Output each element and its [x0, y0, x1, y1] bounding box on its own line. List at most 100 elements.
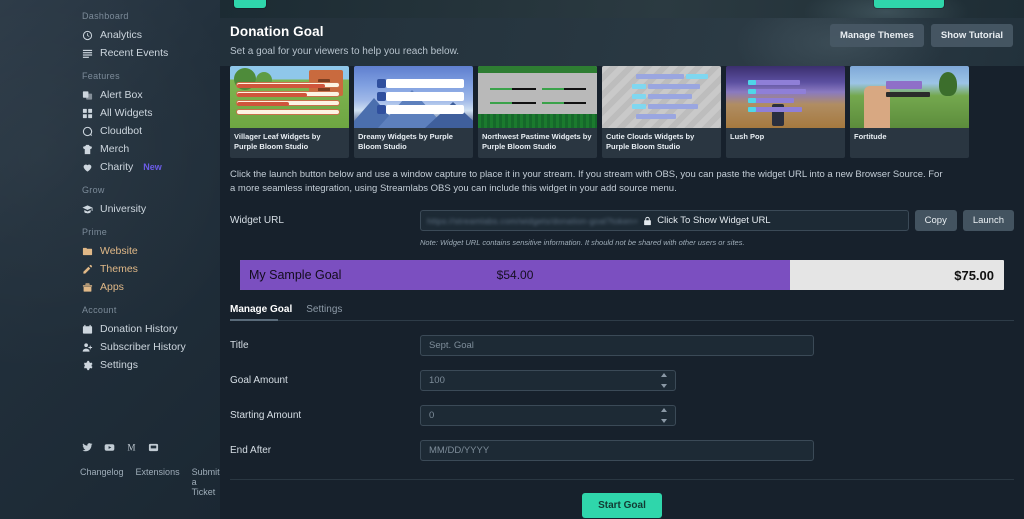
widget-url-input[interactable]: https://streamlabs.com/widgets/donation-… — [420, 210, 909, 232]
theme-card[interactable]: Northwest Pastime Widgets by Purple Bloo… — [478, 66, 597, 158]
youtube-icon[interactable] — [104, 442, 115, 453]
apps-icon — [82, 282, 93, 293]
theme-label: Villager Leaf Widgets by Purple Bloom St… — [234, 132, 321, 152]
top-action-button-left[interactable] — [234, 0, 266, 8]
theme-label: Lush Pop — [730, 132, 765, 141]
grid-icon — [82, 108, 93, 119]
goal-amount-input[interactable] — [420, 370, 676, 392]
goal-amount-spinner[interactable] — [661, 373, 669, 389]
sidebar-item-themes[interactable]: Themes — [0, 260, 220, 278]
goal-current-amount: $54.00 — [496, 268, 534, 283]
top-action-button-right[interactable] — [874, 0, 944, 8]
cloudbot-icon — [82, 126, 93, 137]
donation-history-icon — [82, 324, 93, 335]
sidebar-item-all-widgets[interactable]: All Widgets — [0, 104, 220, 122]
sidebar-item-label: Analytics — [100, 29, 143, 41]
title-input[interactable] — [420, 335, 814, 357]
tab-settings[interactable]: Settings — [306, 304, 342, 315]
tab-manage-goal[interactable]: Manage Goal — [230, 304, 292, 315]
show-tutorial-button[interactable]: Show Tutorial — [930, 24, 1013, 47]
sidebar-item-website[interactable]: Website — [0, 242, 220, 260]
app-root: Dashboard Analytics Recent Events Features A… — [0, 0, 1024, 519]
widget-description: Click the launch button below and use a … — [230, 168, 943, 194]
top-banner — [220, 0, 1024, 18]
goal-progress-track: $75.00 — [790, 260, 1004, 290]
graduation-cap-icon — [82, 204, 93, 215]
sidebar-item-merch[interactable]: Merch — [0, 140, 220, 158]
sidebar-item-label: Charity — [100, 161, 134, 173]
goal-progress-fill: My Sample Goal $54.00 — [240, 260, 791, 291]
sidebar-item-apps[interactable]: Apps — [0, 278, 220, 296]
medium-icon[interactable]: M — [126, 442, 137, 453]
field-goal-amount: Goal Amount — [230, 370, 1014, 392]
launch-button[interactable]: Launch — [962, 210, 1014, 232]
theme-card[interactable]: Dreamy Widgets by Purple Bloom Studio — [354, 66, 473, 158]
sidebar-item-label: Subscriber History — [100, 341, 186, 353]
theme-thumbnail — [726, 66, 845, 128]
theme-thumbnail — [354, 66, 473, 128]
twitter-icon[interactable] — [82, 442, 93, 453]
field-starting-amount: Starting Amount — [230, 405, 1014, 427]
sidebar-item-charity[interactable]: Charity New — [0, 158, 220, 176]
goal-progress-bar: My Sample Goal $54.00 $75.00 — [240, 260, 1004, 291]
sidebar-item-label: Cloudbot — [100, 125, 143, 137]
sidebar-item-recent-events[interactable]: Recent Events — [0, 44, 220, 62]
heart-icon — [82, 162, 93, 173]
theme-label: Northwest Pastime Widgets by Purple Bloo… — [482, 132, 592, 152]
chevron-up-icon[interactable] — [661, 373, 667, 378]
sidebar-item-alert-box[interactable]: Alert Box — [0, 86, 220, 104]
sidebar-section-dashboard: Dashboard — [82, 11, 129, 21]
sidebar-section-prime: Prime — [82, 227, 108, 237]
analytics-icon — [82, 30, 93, 41]
page-title: Donation Goal — [230, 24, 324, 39]
alert-box-icon — [82, 90, 93, 101]
starting-amount-spinner[interactable] — [661, 408, 669, 424]
tab-active-indicator — [230, 319, 278, 322]
theme-gallery: Villager Leaf Widgets by Purple Bloom St… — [230, 66, 1014, 158]
sidebar-item-settings[interactable]: Settings — [0, 356, 220, 374]
starting-amount-label: Starting Amount — [230, 410, 302, 422]
sidebar-item-label: All Widgets — [100, 107, 153, 119]
goal-amount-label: Goal Amount — [230, 375, 288, 387]
sidebar-section-features: Features — [82, 71, 120, 81]
theme-label: Cutie Clouds Widgets by Purple Bloom Stu… — [606, 132, 695, 152]
chevron-down-icon[interactable] — [661, 384, 667, 389]
title-label: Title — [230, 340, 249, 352]
sidebar-item-cloudbot[interactable]: Cloudbot — [0, 122, 220, 140]
theme-card[interactable]: Cutie Clouds Widgets by Purple Bloom Stu… — [602, 66, 721, 158]
sidebar-item-label: Recent Events — [100, 47, 169, 59]
sidebar-item-label: Settings — [100, 359, 138, 371]
sidebar-item-analytics[interactable]: Analytics — [0, 26, 220, 44]
theme-label: Dreamy Widgets by Purple Bloom Studio — [358, 132, 453, 152]
starting-amount-stepper — [420, 405, 676, 427]
manage-themes-button[interactable]: Manage Themes — [829, 24, 924, 47]
sidebar-item-university[interactable]: University — [0, 200, 220, 218]
copy-button[interactable]: Copy — [914, 210, 957, 232]
end-after-label: End After — [230, 445, 272, 457]
footer-link-extensions[interactable]: Extensions — [136, 467, 180, 497]
sidebar-item-label: Merch — [100, 143, 130, 155]
website-icon — [82, 246, 93, 257]
start-goal-button[interactable]: Start Goal — [582, 493, 662, 519]
widget-url-reveal-label: Click To Show Widget URL — [657, 215, 771, 227]
discord-icon[interactable] — [148, 442, 159, 453]
widget-url-label: Widget URL — [230, 215, 284, 227]
theme-card[interactable]: Villager Leaf Widgets by Purple Bloom St… — [230, 66, 349, 158]
sidebar-item-subscriber-history[interactable]: Subscriber History — [0, 338, 220, 356]
theme-thumbnail — [850, 66, 969, 128]
goal-name: My Sample Goal — [249, 268, 342, 283]
widget-url-masked-value: https://streamlabs.com/widgets/donation-… — [427, 215, 639, 226]
sidebar-item-badge: New — [143, 162, 162, 172]
sidebar-item-donation-history[interactable]: Donation History — [0, 320, 220, 338]
chevron-up-icon[interactable] — [661, 408, 667, 413]
end-after-input[interactable] — [420, 440, 814, 462]
sidebar-item-label: University — [100, 203, 147, 215]
chevron-down-icon[interactable] — [661, 419, 667, 424]
theme-card[interactable]: Lush Pop — [726, 66, 845, 158]
subscriber-history-icon — [82, 342, 93, 353]
footer-link-changelog[interactable]: Changelog — [80, 467, 124, 497]
starting-amount-input[interactable] — [420, 405, 676, 427]
main-content: Donation Goal Set a goal for your viewer… — [220, 0, 1024, 519]
theme-card[interactable]: Fortitude — [850, 66, 969, 158]
footer-link-submit-a-ticket[interactable]: Submit a Ticket — [192, 467, 220, 497]
